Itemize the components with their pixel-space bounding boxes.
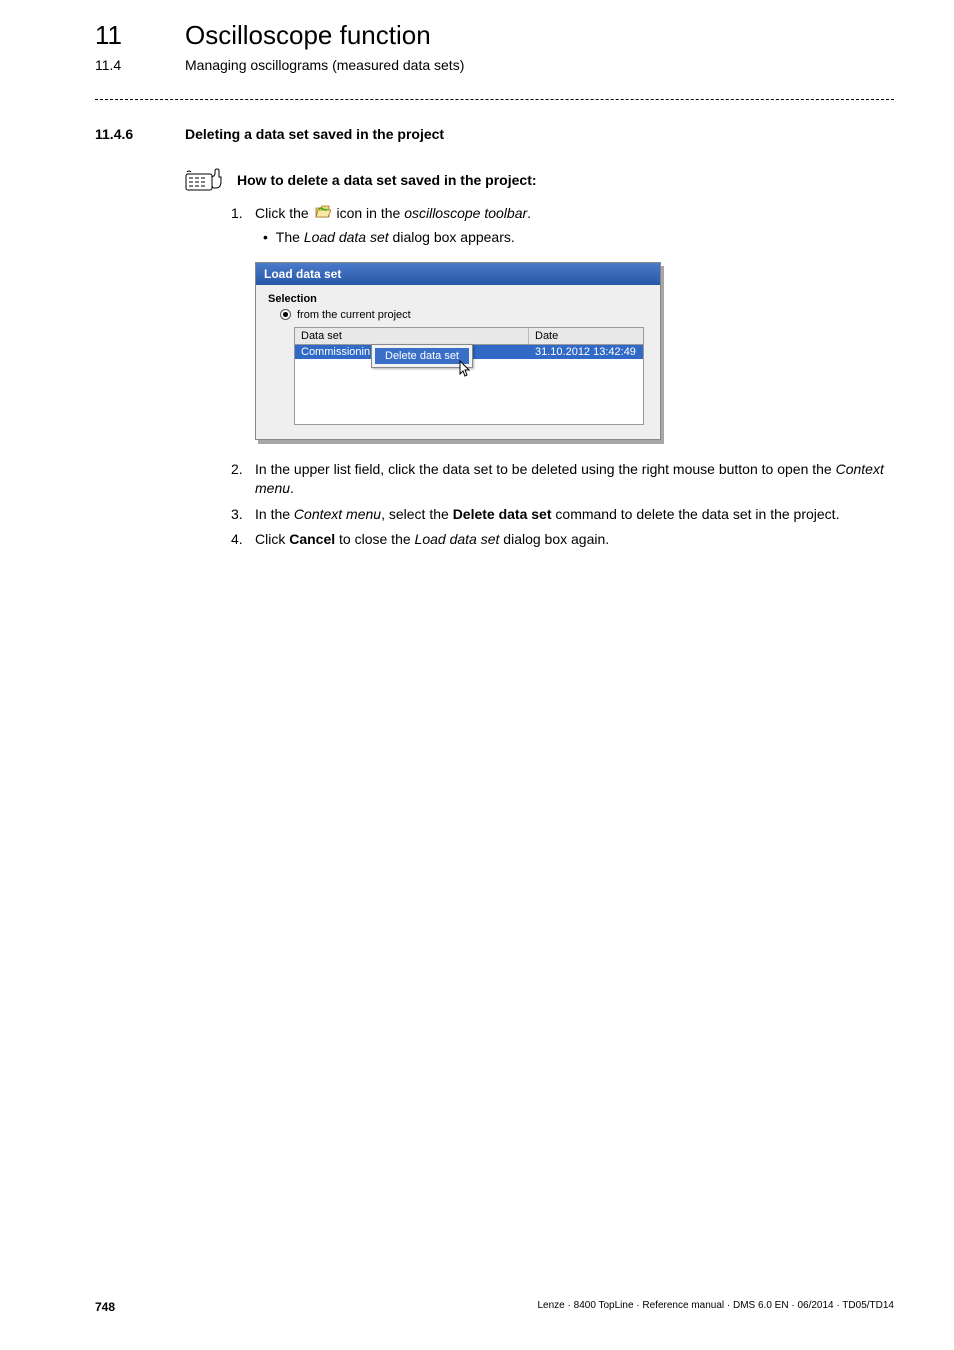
open-folder-icon — [315, 205, 331, 225]
step-1-em: oscilloscope toolbar — [404, 205, 527, 221]
radio-icon — [280, 309, 291, 320]
step-2-end: . — [290, 480, 294, 496]
step-1-sub-prefix: The — [276, 229, 304, 245]
chapter-number: 11 — [95, 20, 185, 51]
page-footer: 748 Lenze · 8400 TopLine · Reference man… — [95, 1300, 894, 1314]
subsection-number: 11.4.6 — [95, 126, 185, 142]
step-1-text-prefix: Click the — [255, 205, 313, 221]
howto-line: How to delete a data set saved in the pr… — [185, 168, 894, 192]
step-1-end: . — [527, 205, 531, 221]
page-number: 748 — [95, 1300, 115, 1314]
radio-label: from the current project — [297, 309, 411, 321]
radio-from-current-project[interactable]: from the current project — [280, 309, 648, 321]
section-number: 11.4 — [95, 57, 185, 73]
divider — [95, 99, 894, 100]
chapter-title: Oscilloscope function — [185, 20, 431, 51]
section-header: 11.4 Managing oscillograms (measured dat… — [95, 57, 894, 73]
step-number: 1. — [231, 204, 255, 248]
footer-text: Lenze · 8400 TopLine · Reference manual … — [538, 1300, 895, 1314]
step-3-mid: , select the — [381, 506, 453, 522]
step-number: 2. — [231, 460, 255, 499]
step-2: 2. In the upper list field, click the da… — [231, 460, 894, 499]
load-data-set-dialog: Load data set Selection from the current… — [255, 262, 661, 440]
table-header: Data set Date — [294, 327, 644, 345]
dataset-table: Data set Date Commissionin Delete data s… — [294, 327, 644, 425]
cell-dataset-text: Commissionin — [301, 346, 370, 358]
step-1: 1. Click the icon in the oscilloscope to… — [231, 204, 894, 248]
table-body: Commissionin Delete data set — [294, 345, 644, 425]
step-4-prefix: Click — [255, 531, 289, 547]
step-1-substep: The Load data set dialog box appears. — [277, 228, 894, 248]
step-list-cont: 2. In the upper list field, click the da… — [231, 460, 894, 550]
howto-text: How to delete a data set saved in the pr… — [237, 172, 537, 188]
step-3-prefix: In the — [255, 506, 294, 522]
step-number: 4. — [231, 530, 255, 550]
dialog-screenshot: Load data set Selection from the current… — [255, 262, 894, 440]
step-3-strong: Delete data set — [453, 506, 552, 522]
context-menu-delete[interactable]: Delete data set — [375, 348, 469, 364]
step-1-sub-suffix: dialog box appears. — [389, 229, 515, 245]
oscilloscope-hand-icon — [185, 168, 229, 192]
column-header-dataset[interactable]: Data set — [295, 328, 529, 344]
subsection-header: 11.4.6 Deleting a data set saved in the … — [95, 126, 894, 142]
step-list: 1. Click the icon in the oscilloscope to… — [231, 204, 894, 248]
column-header-date[interactable]: Date — [529, 328, 643, 344]
cell-date: 31.10.2012 13:42:49 — [529, 345, 643, 359]
step-4-strong: Cancel — [289, 531, 335, 547]
subsection-title: Deleting a data set saved in the project — [185, 126, 444, 142]
table-row[interactable]: Commissionin Delete data set — [295, 345, 643, 359]
chapter-header: 11 Oscilloscope function — [95, 20, 894, 51]
step-number: 3. — [231, 505, 255, 525]
selection-label: Selection — [268, 293, 648, 305]
section-title: Managing oscillograms (measured data set… — [185, 57, 464, 73]
step-4-suffix: dialog box again. — [499, 531, 609, 547]
cell-dataset: Commissionin Delete data set — [295, 345, 529, 359]
step-4-em: Load data set — [415, 531, 500, 547]
dialog-titlebar: Load data set — [256, 263, 660, 285]
context-menu[interactable]: Delete data set — [371, 344, 473, 368]
step-3: 3. In the Context menu, select the Delet… — [231, 505, 894, 525]
step-4: 4. Click Cancel to close the Load data s… — [231, 530, 894, 550]
step-4-mid: to close the — [335, 531, 414, 547]
step-2-prefix: In the upper list field, click the data … — [255, 461, 836, 477]
step-3-suffix: command to delete the data set in the pr… — [552, 506, 840, 522]
step-1-text-suffix: icon in the — [336, 205, 404, 221]
step-1-sub-em: Load data set — [304, 229, 389, 245]
step-3-em: Context menu — [294, 506, 381, 522]
cursor-icon — [459, 360, 473, 381]
